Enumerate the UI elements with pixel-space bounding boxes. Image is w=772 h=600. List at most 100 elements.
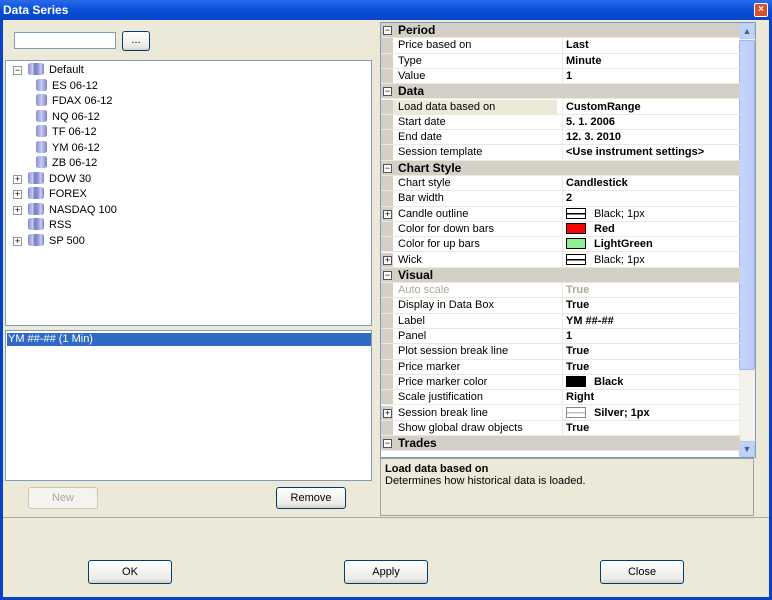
- expand-icon[interactable]: +: [383, 408, 392, 418]
- property-value[interactable]: 5. 1. 2006: [562, 114, 740, 130]
- expand-icon[interactable]: +: [383, 255, 392, 265]
- category-trades[interactable]: − Trades: [381, 436, 740, 452]
- category-data[interactable]: − Data: [381, 84, 740, 100]
- series-list[interactable]: YM ##-## (1 Min): [5, 330, 372, 481]
- property-value[interactable]: True: [562, 283, 740, 298]
- property-row[interactable]: + Session break line Silver; 1px: [381, 405, 740, 421]
- property-row[interactable]: End date 12. 3. 2010: [381, 130, 740, 146]
- property-row[interactable]: Display in Data Box True: [381, 298, 740, 314]
- collapse-icon[interactable]: −: [383, 163, 392, 173]
- tree-node[interactable]: NQ 06-12: [36, 109, 100, 125]
- tree-node[interactable]: YM 06-12: [36, 140, 100, 156]
- row-gutter: [381, 38, 393, 53]
- property-row[interactable]: Value 1: [381, 68, 740, 85]
- tree-node[interactable]: + NASDAQ 100: [13, 202, 117, 218]
- expand-icon[interactable]: +: [383, 209, 392, 219]
- tree-node[interactable]: − Default: [13, 63, 84, 78]
- property-value[interactable]: Black; 1px: [562, 252, 740, 267]
- property-row[interactable]: Price marker True: [381, 359, 740, 375]
- property-row[interactable]: Price based on Last: [381, 38, 740, 54]
- collapse-icon[interactable]: −: [383, 439, 392, 449]
- property-row[interactable]: Scale justification Right: [381, 390, 740, 406]
- property-value[interactable]: True: [562, 359, 740, 374]
- property-row[interactable]: Color for down bars Red: [381, 221, 740, 238]
- property-value-text: 12. 3. 2010: [566, 131, 622, 144]
- tree-node[interactable]: + DOW 30: [13, 171, 91, 187]
- property-value-text: Red: [594, 222, 615, 235]
- property-value[interactable]: Last: [562, 38, 740, 53]
- close-button[interactable]: Close: [600, 560, 684, 584]
- tree-node[interactable]: FDAX 06-12: [36, 94, 113, 109]
- property-value[interactable]: True: [562, 420, 740, 436]
- property-value[interactable]: 1: [562, 329, 740, 344]
- tree-node[interactable]: TF 06-12: [36, 125, 97, 140]
- category-period[interactable]: − Period: [381, 23, 740, 39]
- series-list-item[interactable]: YM ##-## (1 Min): [7, 333, 371, 346]
- tree-node[interactable]: ZB 06-12: [36, 156, 97, 171]
- property-row[interactable]: Load data based on CustomRange: [381, 99, 740, 115]
- tree-node[interactable]: ES 06-12: [36, 78, 98, 94]
- collapse-icon[interactable]: −: [383, 270, 392, 280]
- browse-button[interactable]: ...: [122, 31, 150, 51]
- property-row[interactable]: Label YM ##-##: [381, 313, 740, 329]
- property-row[interactable]: + Wick Black; 1px: [381, 252, 740, 268]
- property-name: Load data based on: [393, 99, 557, 114]
- collapse-icon[interactable]: −: [13, 66, 22, 75]
- new-button[interactable]: New: [28, 487, 98, 509]
- property-row[interactable]: Show global draw objects True: [381, 420, 740, 437]
- property-row[interactable]: Session template <Use instrument settings…: [381, 145, 740, 161]
- instrument-tree[interactable]: − Default ES 06-12 FDAX 06-12 NQ 06-12 TF 06-…: [5, 60, 372, 326]
- property-row[interactable]: + Candle outline Black; 1px: [381, 206, 740, 222]
- tree-node[interactable]: RSS: [28, 218, 72, 233]
- property-row[interactable]: Panel 1: [381, 329, 740, 345]
- category-chart-style[interactable]: − Chart Style: [381, 160, 740, 176]
- property-value[interactable]: Silver; 1px: [562, 405, 740, 420]
- property-value[interactable]: YM ##-##: [562, 313, 740, 328]
- property-row[interactable]: Type Minute: [381, 53, 740, 69]
- property-value[interactable]: <Use instrument settings>: [562, 145, 740, 160]
- scroll-up-icon[interactable]: ▲: [739, 23, 755, 39]
- apply-button[interactable]: Apply: [344, 560, 428, 584]
- property-value[interactable]: 12. 3. 2010: [562, 130, 740, 145]
- close-window-button[interactable]: ×: [754, 3, 768, 17]
- tree-node[interactable]: + FOREX: [13, 187, 87, 202]
- collapse-icon[interactable]: −: [383, 26, 392, 35]
- property-row[interactable]: Plot session break line True: [381, 344, 740, 360]
- expand-icon[interactable]: +: [13, 236, 22, 246]
- property-value[interactable]: Black: [562, 374, 740, 390]
- remove-button[interactable]: Remove: [276, 487, 346, 509]
- property-value[interactable]: Red: [562, 221, 740, 237]
- expand-icon[interactable]: +: [13, 205, 22, 215]
- expand-icon[interactable]: +: [13, 190, 22, 199]
- property-value[interactable]: True: [562, 298, 740, 313]
- scroll-down-icon[interactable]: ▼: [739, 441, 755, 457]
- property-value-text: Candlestick: [566, 177, 628, 189]
- property-value[interactable]: CustomRange: [562, 99, 740, 114]
- property-value[interactable]: Candlestick: [562, 176, 740, 191]
- tree-node-label: NASDAQ 100: [49, 203, 117, 216]
- property-value[interactable]: True: [562, 344, 740, 359]
- property-value[interactable]: 1: [562, 68, 740, 84]
- property-row[interactable]: Chart style Candlestick: [381, 176, 740, 192]
- tree-node[interactable]: + SP 500: [13, 233, 85, 249]
- property-value[interactable]: Minute: [562, 53, 740, 68]
- property-grid-scrollbar[interactable]: ▲ ▼: [739, 23, 755, 457]
- property-value[interactable]: LightGreen: [562, 237, 740, 252]
- property-row[interactable]: Start date 5. 1. 2006: [381, 114, 740, 131]
- ok-button[interactable]: OK: [88, 560, 172, 584]
- property-row[interactable]: Bar width 2: [381, 191, 740, 207]
- property-row[interactable]: Auto scale True: [381, 283, 740, 299]
- property-value[interactable]: Black; 1px: [562, 206, 740, 221]
- row-gutter: [381, 374, 393, 390]
- collapse-icon[interactable]: −: [383, 87, 392, 97]
- property-value[interactable]: 2: [562, 191, 740, 206]
- category-visual[interactable]: − Visual: [381, 267, 740, 284]
- property-row[interactable]: Color for up bars LightGreen: [381, 237, 740, 253]
- expand-icon[interactable]: +: [13, 174, 22, 184]
- category-label: Period: [398, 23, 436, 37]
- scroll-thumb[interactable]: [739, 40, 755, 370]
- property-value[interactable]: Right: [562, 390, 740, 405]
- instrument-search-input[interactable]: [14, 32, 116, 49]
- property-grid[interactable]: ▲ ▼ − Period Price based on Last Type Minute V…: [380, 22, 756, 458]
- property-row[interactable]: Price marker color Black: [381, 374, 740, 391]
